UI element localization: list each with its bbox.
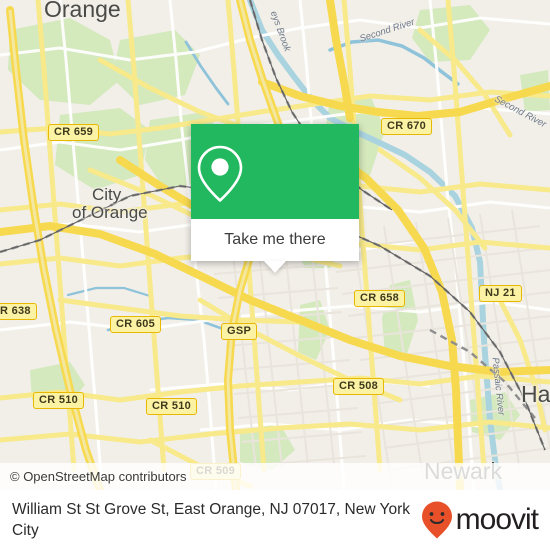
road-shield-cr-510-east[interactable]: CR 510: [146, 398, 198, 415]
road-shield-cr-659[interactable]: CR 659: [48, 124, 100, 141]
road-shield-cr-638[interactable]: R 638: [0, 303, 37, 320]
road-shield-cr-510-west[interactable]: CR 510: [33, 392, 85, 409]
take-me-there-label: Take me there: [224, 231, 326, 248]
footer-bar: William St St Grove St, East Orange, NJ …: [0, 490, 550, 550]
road-shield-cr-605[interactable]: CR 605: [110, 316, 162, 333]
map-pin-icon-svg: [197, 145, 243, 202]
attribution-text[interactable]: © OpenStreetMap contributors: [0, 469, 187, 484]
address-text: William St St Grove St, East Orange, NJ …: [12, 501, 410, 539]
map-attribution-bar: © OpenStreetMap contributors: [0, 463, 550, 490]
map-screenshot: Orange City of Orange Newark Harr Second…: [0, 0, 550, 550]
location-popup-card[interactable]: Take me there: [191, 124, 359, 261]
road-shield-gsp[interactable]: GSP: [221, 323, 258, 340]
popup-card-header: [191, 124, 359, 219]
road-shield-cr-658[interactable]: CR 658: [354, 290, 406, 307]
take-me-there-button[interactable]: Take me there: [191, 219, 359, 261]
road-shield-nj-21[interactable]: NJ 21: [479, 285, 522, 302]
moovit-wordmark: moovit: [455, 503, 539, 536]
popup-card-tail: [264, 261, 286, 273]
road-shield-cr-670[interactable]: CR 670: [381, 118, 433, 135]
map-canvas[interactable]: Orange City of Orange Newark Harr Second…: [0, 0, 550, 490]
moovit-logo[interactable]: moovit: [420, 500, 550, 540]
moovit-pin-icon: [421, 501, 452, 539]
road-shield-cr-508[interactable]: CR 508: [333, 378, 385, 395]
